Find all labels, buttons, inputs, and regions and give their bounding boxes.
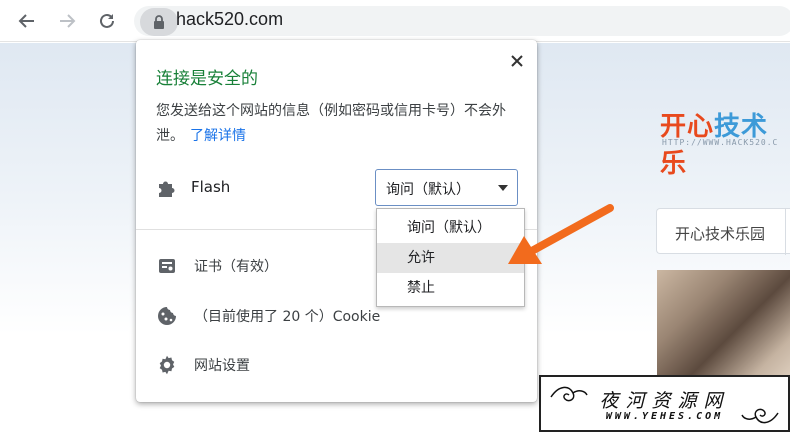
url-text[interactable]: hack520.com [176,9,283,30]
certificate-row[interactable]: 证书（有效） [156,255,278,277]
certificate-icon [156,255,178,277]
flash-permission-select[interactable]: 询问（默认） [375,169,518,206]
puzzle-icon [159,181,175,197]
learn-more-link[interactable]: 了解详情 [190,128,246,144]
ornament-right-icon [741,408,779,424]
option-block[interactable]: 禁止 [377,273,524,303]
logo-part3: 乐 [660,149,688,179]
site-nav-tab[interactable]: 开心技术乐园 [656,208,790,255]
forward-arrow-icon[interactable] [55,9,79,33]
chevron-down-icon [498,185,508,191]
popup-title: 连接是安全的 [156,69,258,89]
site-nav-label: 开心技术乐园 [675,225,766,243]
site-settings-row[interactable]: 网站设置 [156,354,250,376]
logo-subtitle: HTTP://WWW.HACK520.C [662,138,779,147]
cookies-label: （目前使用了 20 个）Cookie [194,309,381,325]
watermark-box: 夜河资源网 WWW.YEHES.COM [539,375,790,432]
browser-toolbar: hack520.com [0,0,790,42]
nav-divider [785,209,786,255]
site-settings-label: 网站设置 [194,358,250,374]
annotation-arrow-icon [508,204,614,264]
site-photo[interactable] [657,270,790,390]
reload-icon[interactable] [95,9,119,33]
security-description: 您发送给这个网站的信息（例如密码或信用卡号）不会外泄。 了解详情 [156,99,526,149]
cookie-icon [156,305,178,327]
close-icon[interactable] [508,52,526,70]
cookies-row[interactable]: （目前使用了 20 个）Cookie [156,305,380,327]
back-arrow-icon[interactable] [15,9,39,33]
certificate-label: 证书（有效） [194,259,278,275]
select-value: 询问（默认） [386,182,470,198]
gear-icon [156,354,178,376]
flash-permission-label: Flash [191,178,231,196]
lock-icon[interactable] [140,8,178,36]
